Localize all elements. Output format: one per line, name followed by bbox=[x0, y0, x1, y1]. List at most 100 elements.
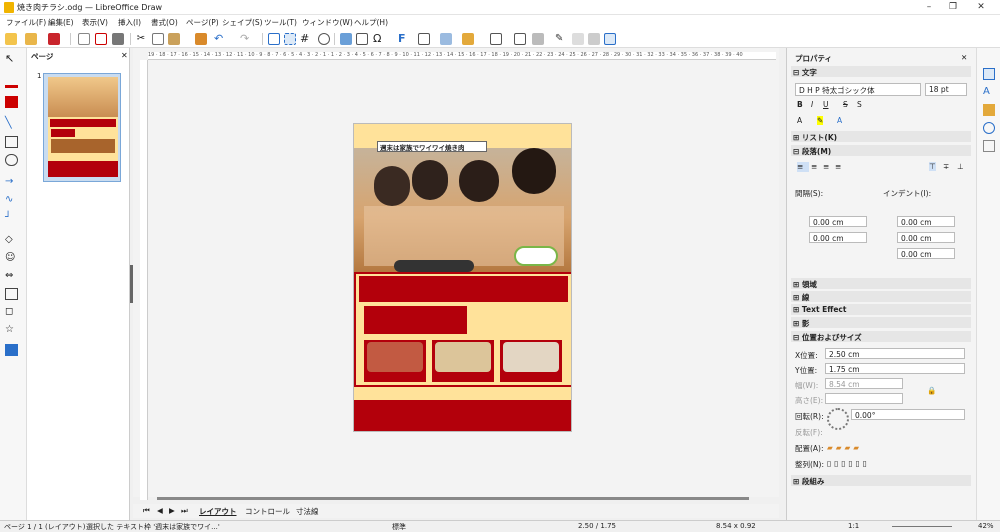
align-objects-icons[interactable]: ▯▯▯▯▯▯ bbox=[827, 459, 870, 468]
fontwork-icon[interactable]: F bbox=[398, 33, 410, 45]
highlight-icon[interactable]: ✎ bbox=[817, 116, 824, 125]
redo-icon[interactable]: ↷ bbox=[240, 33, 252, 45]
styles-deck-icon[interactable]: A bbox=[983, 86, 995, 98]
menu-insert[interactable]: 挿入(I) bbox=[118, 17, 141, 28]
insert-image-icon[interactable] bbox=[340, 33, 352, 45]
font-color-icon[interactable]: A bbox=[797, 116, 802, 125]
menu-view[interactable]: 表示(V) bbox=[82, 17, 108, 28]
food-photo-plate[interactable] bbox=[500, 340, 562, 382]
food-photo-rice[interactable] bbox=[432, 340, 494, 382]
grid-icon[interactable] bbox=[268, 33, 280, 45]
keep-ratio-icon[interactable]: 🔒 bbox=[927, 386, 936, 395]
rectangle-icon[interactable] bbox=[5, 136, 18, 148]
last-tab-icon[interactable]: ⏭ bbox=[181, 506, 188, 516]
minimize-icon[interactable]: – bbox=[922, 1, 936, 14]
show-draw-functions-icon[interactable] bbox=[604, 33, 616, 45]
transformations-icon[interactable] bbox=[418, 33, 430, 45]
sidebar-close-icon[interactable]: ✕ bbox=[961, 53, 967, 62]
stars-icon[interactable]: ☆ bbox=[5, 324, 18, 336]
page-thumbnail[interactable] bbox=[43, 73, 121, 182]
export-pdf-icon[interactable] bbox=[95, 33, 107, 45]
shadow-text-icon[interactable]: S bbox=[857, 100, 862, 109]
distribute-icon[interactable] bbox=[490, 33, 502, 45]
poster-page[interactable]: 週末は家族でワイワイ焼き肉 bbox=[353, 123, 572, 432]
section-area[interactable]: ⊞ 領域 bbox=[791, 278, 971, 289]
section-line[interactable]: ⊞ 線 bbox=[791, 291, 971, 302]
menu-shape[interactable]: シェイプ(S) bbox=[222, 17, 263, 28]
block-arrows-icon[interactable]: ⇔ bbox=[5, 270, 18, 282]
menu-window[interactable]: ウィンドウ(W) bbox=[302, 17, 353, 28]
indent-after-field[interactable]: 0.00 cm bbox=[897, 232, 955, 243]
menu-format[interactable]: 書式(O) bbox=[151, 17, 178, 28]
shadow-icon[interactable] bbox=[514, 33, 526, 45]
properties-deck-icon[interactable] bbox=[983, 68, 995, 80]
select-icon[interactable]: ↖ bbox=[5, 52, 18, 65]
valign-top-icon[interactable]: ⊤ bbox=[929, 162, 936, 171]
y-position-field[interactable]: 1.75 cm bbox=[825, 363, 965, 374]
section-text-effect[interactable]: ⊞ Text Effect bbox=[791, 304, 971, 315]
bold-icon[interactable]: B bbox=[797, 100, 803, 109]
line-icon[interactable]: ╲ bbox=[5, 116, 18, 129]
export-icon[interactable] bbox=[78, 33, 90, 45]
crop-icon[interactable] bbox=[532, 33, 544, 45]
callout-icon[interactable]: ◻ bbox=[5, 306, 18, 318]
menu-page[interactable]: ページ(P) bbox=[186, 17, 219, 28]
glue-points-icon[interactable] bbox=[572, 33, 584, 45]
section-shadow[interactable]: ⊞ 影 bbox=[791, 317, 971, 328]
align-center-icon[interactable]: ≡ bbox=[811, 162, 817, 171]
undo-icon[interactable]: ↶ bbox=[214, 33, 226, 45]
copy-icon[interactable] bbox=[152, 33, 164, 45]
3d-objects-icon[interactable] bbox=[5, 344, 18, 356]
footer-banner[interactable] bbox=[354, 400, 571, 431]
line-color-icon[interactable] bbox=[5, 76, 18, 88]
height-field[interactable] bbox=[825, 393, 903, 404]
italic-icon[interactable]: I bbox=[811, 100, 813, 109]
font-name-box[interactable]: D H P 特太ゴシック体 bbox=[795, 83, 921, 96]
red-label-box[interactable] bbox=[364, 306, 467, 334]
align-right-icon[interactable]: ≡ bbox=[823, 162, 829, 171]
align-left-icon[interactable]: ≡ bbox=[797, 162, 809, 172]
menu-help[interactable]: ヘルプ(H) bbox=[354, 17, 388, 28]
insert-textbox-icon[interactable] bbox=[356, 33, 368, 45]
menu-tools[interactable]: ツール(T) bbox=[264, 17, 297, 28]
snap-grid-icon[interactable]: # bbox=[300, 33, 312, 45]
menu-file[interactable]: ファイル(F) bbox=[6, 17, 46, 28]
first-line-indent-field[interactable]: 0.00 cm bbox=[897, 248, 955, 259]
gallery-deck-icon[interactable] bbox=[983, 104, 995, 116]
x-position-field[interactable]: 2.50 cm bbox=[825, 348, 965, 359]
curve-icon[interactable]: ∿ bbox=[5, 194, 18, 206]
maximize-icon[interactable]: ❐ bbox=[946, 1, 960, 14]
food-photo-meat[interactable] bbox=[364, 340, 426, 382]
close-panel-icon[interactable]: ✕ bbox=[121, 51, 128, 60]
section-columns[interactable]: ⊞ 段組み bbox=[791, 475, 971, 486]
first-tab-icon[interactable]: ⏮ bbox=[143, 506, 150, 516]
tab-dimension[interactable]: 寸法線 bbox=[296, 506, 319, 517]
zoom-icon[interactable] bbox=[318, 33, 330, 45]
paste-icon[interactable] bbox=[168, 33, 180, 45]
font-size-box[interactable]: 18 pt bbox=[925, 83, 967, 96]
special-char-icon[interactable]: Ω bbox=[373, 33, 385, 45]
section-paragraph[interactable]: ⊟ 段落(M) bbox=[791, 145, 971, 156]
connector-icon[interactable]: ┘ bbox=[5, 212, 18, 224]
tab-layout[interactable]: レイアウト bbox=[199, 506, 237, 517]
menu-edit[interactable]: 編集(E) bbox=[48, 17, 74, 28]
strikethrough-icon[interactable]: S bbox=[843, 100, 848, 109]
family-photo[interactable] bbox=[354, 148, 571, 274]
space-below-field[interactable]: 0.00 cm bbox=[809, 232, 867, 243]
section-character[interactable]: ⊟ 文字 bbox=[791, 66, 971, 77]
rotation-dial-icon[interactable] bbox=[827, 408, 849, 430]
flowchart-icon[interactable] bbox=[5, 288, 18, 300]
headline-textbox[interactable]: 週末は家族でワイワイ焼き肉 bbox=[377, 141, 487, 152]
zoom-slider[interactable] bbox=[892, 526, 952, 527]
navigator-deck-icon[interactable] bbox=[983, 122, 995, 134]
arrange-icon[interactable] bbox=[462, 33, 474, 45]
section-position-size[interactable]: ⊟ 位置およびサイズ bbox=[791, 331, 971, 342]
section-list[interactable]: ⊞ リスト(K) bbox=[791, 131, 971, 142]
toggle-extrusion-icon[interactable] bbox=[588, 33, 600, 45]
red-banner[interactable] bbox=[359, 276, 568, 302]
space-above-field[interactable]: 0.00 cm bbox=[809, 216, 867, 227]
underline-icon[interactable]: U bbox=[823, 100, 829, 109]
arrange-icons[interactable]: ▰▰▰▰ bbox=[827, 443, 862, 452]
symbol-shapes-icon[interactable]: ☺ bbox=[5, 252, 18, 264]
tab-control[interactable]: コントロール bbox=[245, 506, 290, 517]
